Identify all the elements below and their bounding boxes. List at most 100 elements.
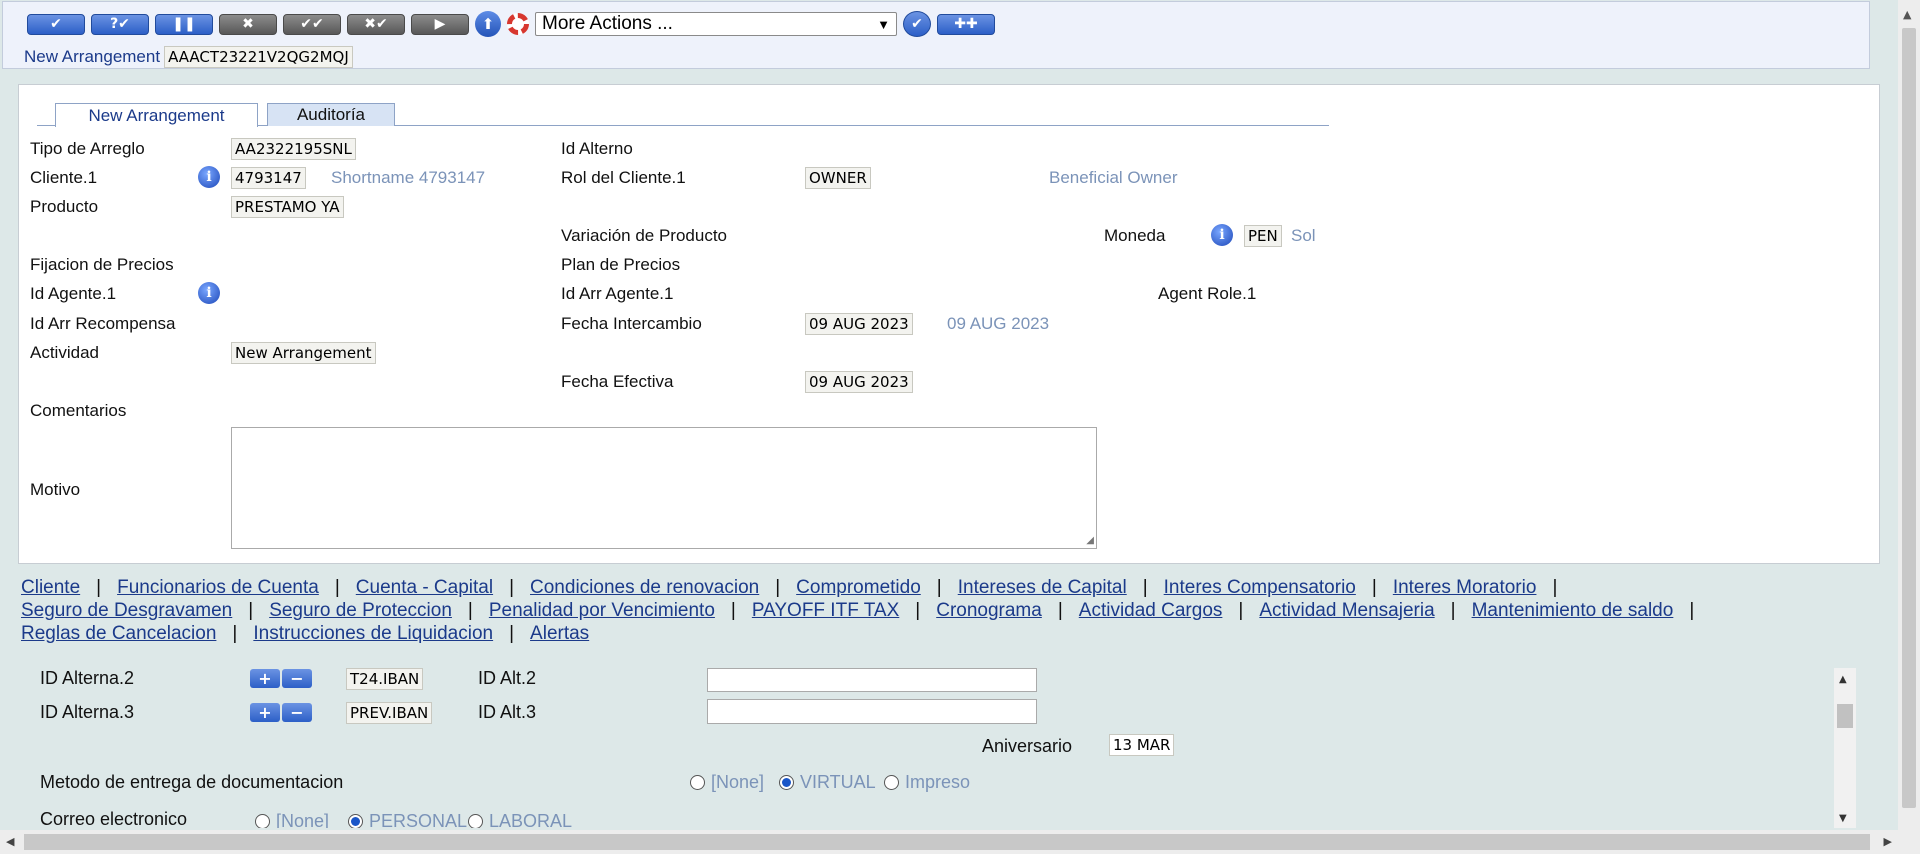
actividad-value: New Arrangement [231, 342, 376, 364]
scroll-thumb[interactable] [24, 834, 1870, 850]
more-actions-select[interactable]: More Actions ... ▼ [535, 12, 897, 36]
page: ✔ ?✔ ❚❚ ✖ ✔✔ ✖✔ ▶ ⬆ More Actions ... ▼ ✔… [0, 0, 1898, 854]
motivo-label: Motivo [30, 480, 81, 499]
alt2-input[interactable] [707, 668, 1037, 692]
link-actividad-mensajeria[interactable]: Actividad Mensajeria [1259, 600, 1434, 621]
link-intereses-capital[interactable]: Intereses de Capital [958, 577, 1127, 598]
metodo-radio-none[interactable]: [None] [690, 772, 764, 793]
new-arrangement-label: New Arrangement [24, 47, 161, 66]
tab-auditoria[interactable]: Auditoría [267, 103, 395, 126]
links-row-2: Seguro de Desgravamen | Seguro de Protecci… [21, 600, 1695, 621]
link-mantenimiento[interactable]: Mantenimiento de saldo [1472, 600, 1674, 621]
moneda-label: Moneda [1104, 226, 1166, 245]
link-comprometido[interactable]: Comprometido [796, 577, 921, 598]
scroll-thumb[interactable] [1902, 28, 1916, 808]
scroll-up-icon[interactable]: ▲ [1903, 8, 1911, 21]
link-seguro-desgravamen[interactable]: Seguro de Desgravamen [21, 600, 232, 621]
scroll-down-icon[interactable]: ▼ [1839, 813, 1847, 824]
link-interes-moratorio[interactable]: Interes Moratorio [1393, 577, 1537, 598]
metodo-option-impreso-label: Impreso [905, 772, 971, 792]
arrangement-form: New Arrangement Auditoría Tipo de Arregl… [18, 84, 1880, 564]
radio-selected-icon[interactable] [779, 775, 794, 790]
correo-radio-laboral[interactable]: LABORAL [468, 811, 572, 828]
page-horizontal-scrollbar[interactable]: ◀ ▶ [0, 830, 1898, 854]
producto-label: Producto [30, 197, 99, 216]
aniversario-input[interactable]: 13 MAR [1109, 734, 1175, 756]
help-lifering-icon[interactable] [507, 13, 529, 35]
producto-value: PRESTAMO YA [231, 196, 344, 218]
radio-icon[interactable] [690, 775, 705, 790]
alt3-label: ID Alterna.3 [40, 702, 135, 722]
recompensa-label: Id Arr Recompensa [30, 314, 176, 333]
info-icon[interactable]: i [198, 166, 220, 188]
hold-button[interactable]: ❚❚ [155, 13, 213, 35]
scroll-thumb[interactable] [1837, 704, 1853, 728]
plus-icon[interactable]: + [250, 669, 280, 688]
page-vertical-scrollbar[interactable]: ▲ [1898, 0, 1920, 854]
info-icon[interactable]: i [198, 282, 220, 304]
tab-new-arrangement[interactable]: New Arrangement [55, 103, 258, 127]
link-actividad-cargos[interactable]: Actividad Cargos [1079, 600, 1223, 621]
intercambio-label: Fecha Intercambio [561, 314, 702, 333]
arrangement-id: AAACT23221V2QG2MQJ [164, 46, 353, 68]
link-cuenta-capital[interactable]: Cuenta - Capital [356, 577, 493, 598]
section-links: Cliente | Funcionarios de Cuenta | Cuenta - … [21, 576, 1871, 645]
aniversario-label: Aniversario [982, 736, 1073, 756]
efectiva-label: Fecha Efectiva [561, 372, 674, 391]
link-payoff[interactable]: PAYOFF ITF TAX [752, 600, 899, 621]
radio-icon[interactable] [255, 814, 270, 828]
add-new-button[interactable]: ✚✚ [937, 13, 995, 35]
scroll-up-icon[interactable]: ▲ [1839, 674, 1847, 685]
minus-icon[interactable]: − [282, 669, 312, 688]
validate-button[interactable]: ?✔ [91, 13, 149, 35]
commit-button[interactable]: ✔ [27, 13, 85, 35]
arrow-up-icon[interactable]: ⬆ [475, 11, 501, 37]
link-funcionarios[interactable]: Funcionarios de Cuenta [117, 577, 319, 598]
link-cronograma[interactable]: Cronograma [936, 600, 1042, 621]
metodo-option-virtual-label: VIRTUAL [800, 772, 876, 792]
tipo-label: Tipo de Arreglo [30, 139, 145, 158]
alt2-expand-controls: + − [250, 669, 312, 688]
info-icon[interactable]: i [1211, 224, 1233, 246]
lower-panel-scrollbar[interactable]: ▲ ▼ [1834, 668, 1856, 828]
link-interes-compensatorio[interactable]: Interes Compensatorio [1164, 577, 1356, 598]
link-seguro-proteccion[interactable]: Seguro de Proteccion [269, 600, 452, 621]
alt3-expand-controls: + − [250, 703, 312, 722]
go-button[interactable]: ✔ [903, 11, 931, 37]
radio-icon[interactable] [468, 814, 483, 828]
correo-radio-none[interactable]: [None] [255, 811, 329, 828]
link-condiciones[interactable]: Condiciones de renovacion [530, 577, 759, 598]
radio-selected-icon[interactable] [348, 814, 363, 828]
metodo-radio-impreso[interactable]: Impreso [884, 772, 970, 793]
arr-agente-label: Id Arr Agente.1 [561, 284, 674, 303]
delete-button[interactable]: ✖ [219, 13, 277, 35]
link-instrucciones[interactable]: Instrucciones de Liquidacion [253, 623, 493, 644]
metodo-radio-virtual[interactable]: VIRTUAL [779, 772, 876, 793]
authorise-button[interactable]: ✔✔ [283, 13, 341, 35]
intercambio-enrichment: 09 AUG 2023 [947, 314, 1050, 333]
reverse-button[interactable]: ✖✔ [347, 13, 405, 35]
cliente-shortname: Shortname 4793147 [331, 168, 486, 187]
scroll-right-icon[interactable]: ▶ [1884, 835, 1892, 848]
variacion-label: Variación de Producto [561, 226, 728, 245]
link-cliente[interactable]: Cliente [21, 577, 80, 598]
intercambio-value: 09 AUG 2023 [805, 313, 913, 335]
correo-radio-personal[interactable]: PERSONAL [348, 811, 467, 828]
motivo-textarea[interactable]: ◢ [231, 427, 1097, 549]
more-actions-value: More Actions ... [542, 13, 673, 34]
agente-label: Id Agente.1 [30, 284, 117, 303]
resize-grip-icon[interactable]: ◢ [1086, 535, 1094, 546]
correo-label: Correo electronico [40, 809, 188, 828]
scroll-left-icon[interactable]: ◀ [6, 835, 14, 848]
rol-value: OWNER [805, 167, 871, 189]
link-reglas-cancelacion[interactable]: Reglas de Cancelacion [21, 623, 216, 644]
efectiva-value: 09 AUG 2023 [805, 371, 913, 393]
alt3-input[interactable] [707, 699, 1037, 724]
next-button[interactable]: ▶ [411, 13, 469, 35]
minus-icon[interactable]: − [282, 703, 312, 722]
link-alertas[interactable]: Alertas [530, 623, 589, 644]
plus-icon[interactable]: + [250, 703, 280, 722]
toolbar: ✔ ?✔ ❚❚ ✖ ✔✔ ✖✔ ▶ ⬆ More Actions ... ▼ ✔… [2, 1, 1870, 69]
link-penalidad[interactable]: Penalidad por Vencimiento [489, 600, 715, 621]
radio-icon[interactable] [884, 775, 899, 790]
